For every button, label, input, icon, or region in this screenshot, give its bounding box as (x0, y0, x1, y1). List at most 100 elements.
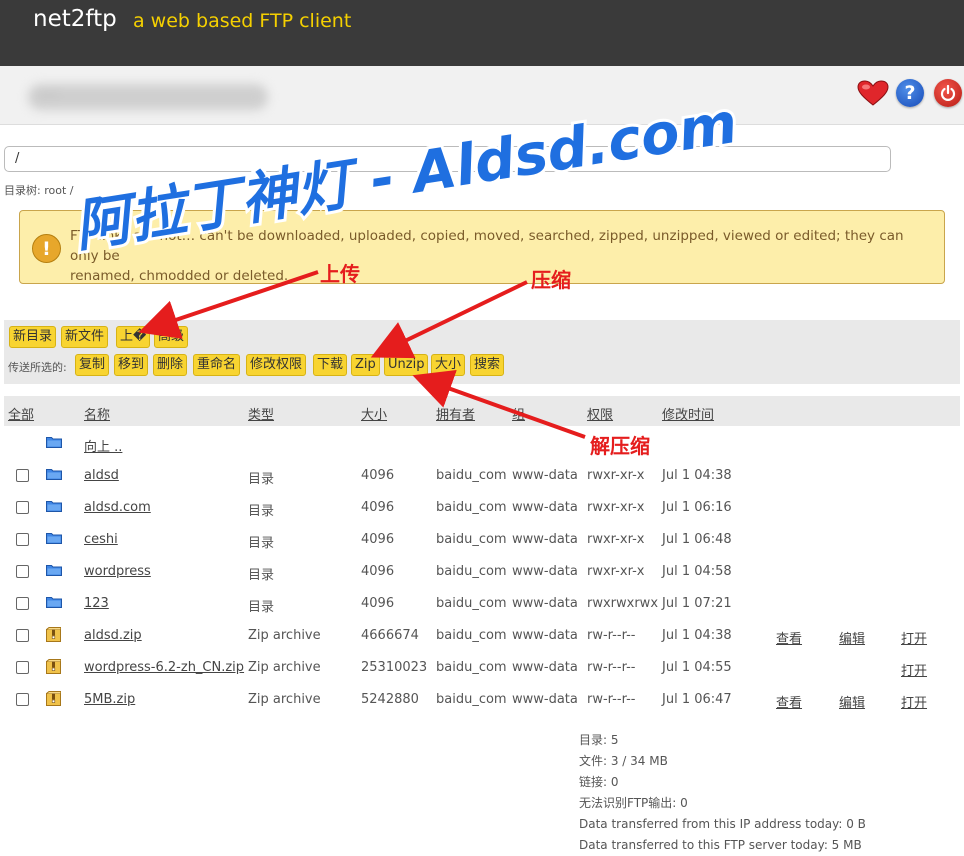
file-name-link[interactable]: aldsd (84, 468, 119, 483)
file-type: 目录 (248, 600, 275, 615)
file-name-link[interactable]: wordpress-6.2-zh_CN.zip (84, 660, 244, 675)
file-group: www-data (512, 532, 578, 547)
table-row: 123 目录 4096 baidu_com www-data rwxrwxrwx Jul 1… (0, 588, 964, 620)
zip-icon (46, 659, 61, 674)
row-checkbox[interactable] (16, 693, 29, 706)
zip-annotation: 压缩 (531, 268, 571, 292)
table-row: aldsd 目录 4096 baidu_com www-data rwxr-xr-x Jul… (0, 460, 964, 492)
view-link[interactable]: 查看 (776, 628, 802, 647)
path-input[interactable]: / (4, 146, 891, 172)
brand-logo[interactable]: net2ftp (33, 6, 117, 32)
move-button[interactable]: 移到 (114, 354, 149, 376)
warning-text: FTP links are not… can't be downloaded, … (70, 228, 904, 284)
edit-link[interactable]: 编辑 (839, 628, 865, 647)
file-owner: baidu_com (436, 596, 507, 611)
edit-link[interactable]: 编辑 (839, 692, 865, 711)
file-group: www-data (512, 692, 578, 707)
open-link[interactable]: 打开 (901, 692, 927, 711)
table-row: 5MB.zip Zip archive 5242880 baidu_com www-da… (0, 684, 964, 716)
file-group: www-data (512, 500, 578, 515)
up-directory-link[interactable]: 向上 .. (84, 436, 122, 455)
logout-power-icon[interactable] (934, 79, 962, 107)
file-name-link[interactable]: 5MB.zip (84, 692, 135, 707)
file-type: Zip archive (248, 628, 321, 643)
upload-annotation: 上传 (320, 262, 360, 286)
file-size: 4096 (361, 468, 395, 483)
stat-links: 链接: 0 (579, 775, 619, 789)
file-name-link[interactable]: aldsd.com (84, 500, 151, 515)
row-checkbox[interactable] (16, 469, 29, 482)
file-permissions: rwxr-xr-x (587, 564, 645, 579)
file-type: 目录 (248, 472, 275, 487)
sort-by-name[interactable]: 名称 (84, 404, 110, 423)
file-owner: baidu_com (436, 660, 507, 675)
file-name-link[interactable]: wordpress (84, 564, 151, 579)
zip-icon (46, 627, 61, 642)
delete-button[interactable]: 删除 (153, 354, 188, 376)
sort-by-group[interactable]: 组 (512, 404, 525, 423)
file-group: www-data (512, 468, 578, 483)
table-row: wordpress 目录 4096 baidu_com www-data rwxr-xr-… (0, 556, 964, 588)
size-button[interactable]: 大小 (431, 354, 466, 376)
unzip-button[interactable]: Unzip (384, 354, 429, 376)
search-button[interactable]: 搜索 (470, 354, 505, 376)
select-all-link[interactable]: 全部 (8, 404, 34, 423)
folder-icon (46, 437, 62, 448)
file-name-link[interactable]: aldsd.zip (84, 628, 142, 643)
file-mtime: Jul 1 04:58 (662, 564, 732, 579)
copy-button[interactable]: 复制 (75, 354, 110, 376)
rename-button[interactable]: 重命名 (193, 354, 241, 376)
file-permissions: rw-r--r-- (587, 660, 636, 675)
annotation-arrows (138, 270, 586, 439)
open-link[interactable]: 打开 (901, 660, 927, 679)
open-link[interactable]: 打开 (901, 628, 927, 647)
file-name-link[interactable]: ceshi (84, 532, 118, 547)
file-type: 目录 (248, 568, 275, 583)
new-file-button[interactable]: 新文件 (61, 326, 109, 348)
unzip-annotation: 解压缩 (590, 434, 650, 458)
table-row: aldsd.zip Zip archive 4666674 baidu_com www-… (0, 620, 964, 652)
file-mtime: Jul 1 06:16 (662, 500, 732, 515)
file-mtime: Jul 1 04:38 (662, 468, 732, 483)
chmod-button[interactable]: 修改权限 (246, 354, 307, 376)
row-checkbox[interactable] (16, 661, 29, 674)
file-owner: baidu_com (436, 564, 507, 579)
advanced-button[interactable]: 高级 (154, 326, 189, 348)
file-mtime: Jul 1 07:21 (662, 596, 732, 611)
help-icon[interactable]: ? (896, 79, 924, 107)
stat-directories: 目录: 5 (579, 733, 619, 747)
sort-by-permissions[interactable]: 权限 (587, 404, 613, 423)
heart-icon[interactable] (857, 80, 889, 106)
file-type: Zip archive (248, 660, 321, 675)
view-link[interactable]: 查看 (776, 692, 802, 711)
file-owner: baidu_com (436, 628, 507, 643)
file-size: 25310023 (361, 660, 428, 675)
file-permissions: rwxrwxrwx (587, 596, 659, 611)
directory-tree-breadcrumb[interactable]: 目录树: root / (4, 182, 73, 198)
file-type: Zip archive (248, 692, 321, 707)
upload-button[interactable]: 上� (116, 326, 151, 348)
row-checkbox[interactable] (16, 597, 29, 610)
row-checkbox[interactable] (16, 533, 29, 546)
file-mtime: Jul 1 06:48 (662, 532, 732, 547)
table-row: aldsd.com 目录 4096 baidu_com www-data rwxr-xr-… (0, 492, 964, 524)
row-checkbox[interactable] (16, 565, 29, 578)
row-checkbox[interactable] (16, 629, 29, 642)
sort-by-owner[interactable]: 拥有者 (436, 404, 475, 423)
stat-from-ip: Data transferred from this IP address to… (579, 817, 866, 831)
file-group: www-data (512, 660, 578, 675)
file-permissions: rwxr-xr-x (587, 468, 645, 483)
row-checkbox[interactable] (16, 501, 29, 514)
file-permissions: rw-r--r-- (587, 628, 636, 643)
file-size: 4096 (361, 532, 395, 547)
file-type: 目录 (248, 504, 275, 519)
sort-by-type[interactable]: 类型 (248, 404, 274, 423)
file-permissions: rw-r--r-- (587, 692, 636, 707)
folder-icon (46, 469, 62, 480)
download-button[interactable]: 下载 (313, 354, 348, 376)
sort-by-size[interactable]: 大小 (361, 404, 387, 423)
sort-by-mtime[interactable]: 修改时间 (662, 404, 714, 423)
new-directory-button[interactable]: 新目录 (9, 326, 57, 348)
file-name-link[interactable]: 123 (84, 596, 109, 611)
zip-button[interactable]: Zip (351, 354, 380, 376)
